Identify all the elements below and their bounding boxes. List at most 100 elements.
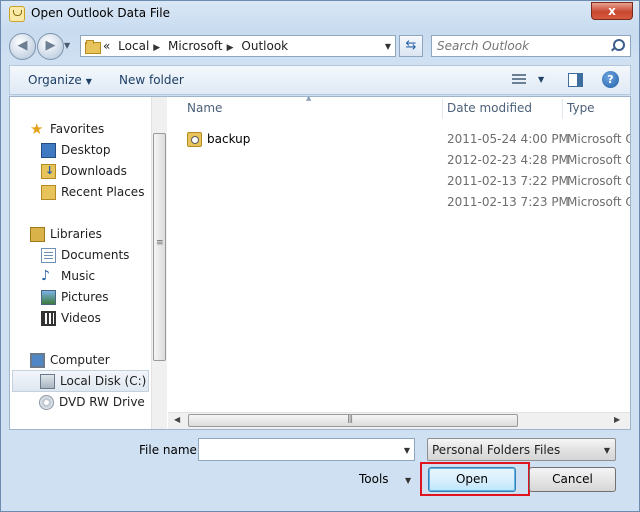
search-input[interactable] <box>437 38 607 54</box>
nav-desktop[interactable]: Desktop <box>41 141 141 161</box>
star-icon: ★ <box>30 120 44 138</box>
table-row[interactable]: 2012-02-23 4:28 PM Microsoft Of <box>168 151 630 172</box>
nav-computer-label: Computer <box>50 353 110 367</box>
nav-videos-label: Videos <box>61 311 101 325</box>
open-file-dialog: Open Outlook Data File x ◀ ▶ ▼ « Local ▶ … <box>0 0 640 512</box>
nav-dvd-drive[interactable]: DVD RW Drive (D <box>39 393 149 413</box>
back-arrow-icon: ◀ <box>17 38 28 53</box>
file-name-combobox[interactable]: ▼ <box>198 438 415 461</box>
file-name-input[interactable] <box>203 442 388 457</box>
forward-button[interactable]: ▶ <box>37 33 64 60</box>
nav-computer[interactable]: Computer <box>30 351 140 371</box>
open-button[interactable]: Open <box>428 467 516 492</box>
file-type: Microsoft Of <box>567 174 630 188</box>
view-options-dropdown-icon[interactable]: ▼ <box>538 75 544 84</box>
content-area: ★ Favorites Desktop Downloads Recent Pla… <box>9 94 631 430</box>
breadcrumb-outlook[interactable]: Outlook <box>241 39 288 53</box>
address-bar[interactable]: « Local ▶ Microsoft ▶ Outlook ▼ <box>80 35 396 57</box>
nav-downloads[interactable]: Downloads <box>41 162 141 182</box>
file-type-select[interactable]: Personal Folders Files ▼ <box>427 438 616 461</box>
title-bar[interactable]: Open Outlook Data File x <box>1 1 639 27</box>
horizontal-scrollbar-thumb[interactable] <box>188 414 518 427</box>
nav-videos[interactable]: Videos <box>41 309 141 329</box>
downloads-icon <box>41 164 56 179</box>
search-icon[interactable] <box>610 39 625 53</box>
chevron-right-icon[interactable]: ▶ <box>227 43 234 53</box>
nav-dvd-drive-label: DVD RW Drive (D <box>59 395 149 409</box>
organize-menu[interactable]: Organize ▼ <box>28 73 92 87</box>
horizontal-scrollbar[interactable]: ◀ ▶ <box>168 412 630 429</box>
address-dropdown-icon[interactable]: ▼ <box>385 42 391 51</box>
file-date: 2011-02-13 7:22 PM <box>447 174 569 188</box>
navigation-pane: ★ Favorites Desktop Downloads Recent Pla… <box>10 97 167 429</box>
refresh-icon: ⇆ <box>405 38 417 53</box>
pictures-icon <box>41 290 56 305</box>
refresh-button[interactable]: ⇆ <box>399 35 423 57</box>
nav-scrollbar-thumb[interactable] <box>153 133 166 361</box>
table-row[interactable]: 2011-02-13 7:23 PM Microsoft Of <box>168 193 630 214</box>
column-divider[interactable] <box>442 99 443 119</box>
table-row[interactable]: 2011-02-13 7:22 PM Microsoft Of <box>168 172 630 193</box>
help-icon[interactable]: ? <box>602 71 619 88</box>
file-type-dropdown-icon: ▼ <box>603 446 610 455</box>
documents-icon <box>41 248 56 263</box>
file-name-dropdown-icon[interactable]: ▼ <box>404 446 410 455</box>
nav-documents[interactable]: Documents <box>41 246 141 266</box>
tools-menu[interactable]: Tools <box>359 472 389 486</box>
table-row[interactable]: backup 2011-05-24 4:00 PM Microsoft Of <box>168 130 630 151</box>
nav-local-disk-label: Local Disk (C:) <box>60 374 147 388</box>
nav-pictures-label: Pictures <box>61 290 109 304</box>
nav-recent-places[interactable]: Recent Places <box>41 183 149 203</box>
column-header-name[interactable]: Name <box>187 101 222 115</box>
outlook-data-file-icon <box>187 132 202 147</box>
tools-dropdown-icon[interactable]: ▼ <box>405 476 411 485</box>
sort-ascending-icon: ▲ <box>306 94 312 102</box>
column-header-type[interactable]: Type <box>567 101 595 115</box>
music-icon: ♪ <box>41 268 50 284</box>
nav-pictures[interactable]: Pictures <box>41 288 141 308</box>
nav-favorites[interactable]: ★ Favorites <box>30 120 140 140</box>
file-date: 2012-02-23 4:28 PM <box>447 153 569 167</box>
scroll-right-icon[interactable]: ▶ <box>614 415 620 424</box>
recent-pages-dropdown-icon[interactable]: ▼ <box>64 41 74 51</box>
file-name-label: File name: <box>139 443 201 457</box>
libraries-icon <box>30 227 45 242</box>
nav-recent-places-label: Recent Places <box>61 185 145 199</box>
file-type: Microsoft Of <box>567 153 630 167</box>
chevron-right-icon[interactable]: ▶ <box>153 43 160 53</box>
nav-local-disk[interactable]: Local Disk (C:) <box>12 370 149 392</box>
breadcrumb-overflow[interactable]: « <box>103 39 110 53</box>
file-list: ▲ Name Date modified Type backup 2011-05… <box>168 94 630 429</box>
cancel-button[interactable]: Cancel <box>529 467 616 492</box>
preview-pane-icon[interactable] <box>568 73 583 87</box>
forward-arrow-icon: ▶ <box>45 38 56 53</box>
file-type: Microsoft Of <box>567 195 630 209</box>
column-header-date-modified[interactable]: Date modified <box>447 101 532 115</box>
breadcrumb: « Local ▶ Microsoft ▶ Outlook <box>103 39 292 53</box>
nav-libraries[interactable]: Libraries <box>30 225 140 245</box>
computer-icon <box>30 353 45 368</box>
file-date: 2011-02-13 7:23 PM <box>447 195 569 209</box>
back-button[interactable]: ◀ <box>9 33 36 60</box>
command-bar: Organize ▼ New folder ▼ ? <box>9 65 631 95</box>
videos-icon <box>41 311 56 326</box>
close-button[interactable]: x <box>591 2 633 20</box>
nav-desktop-label: Desktop <box>61 143 111 157</box>
desktop-icon <box>41 143 56 158</box>
nav-music[interactable]: ♪ Music <box>41 267 141 287</box>
folder-icon <box>85 39 101 54</box>
breadcrumb-local[interactable]: Local <box>118 39 149 53</box>
file-date: 2011-05-24 4:00 PM <box>447 132 569 146</box>
search-box[interactable] <box>431 35 631 57</box>
nav-libraries-label: Libraries <box>50 227 102 241</box>
breadcrumb-microsoft[interactable]: Microsoft <box>168 39 223 53</box>
scroll-left-icon[interactable]: ◀ <box>174 415 180 424</box>
file-type-value: Personal Folders Files <box>432 443 561 457</box>
column-divider[interactable] <box>562 99 563 119</box>
new-folder-button[interactable]: New folder <box>119 73 184 87</box>
dvd-drive-icon <box>39 395 54 410</box>
file-name: backup <box>207 132 251 146</box>
change-view-icon[interactable] <box>512 74 526 86</box>
recent-places-icon <box>41 185 56 200</box>
nav-pane-scrollbar[interactable] <box>151 97 167 429</box>
